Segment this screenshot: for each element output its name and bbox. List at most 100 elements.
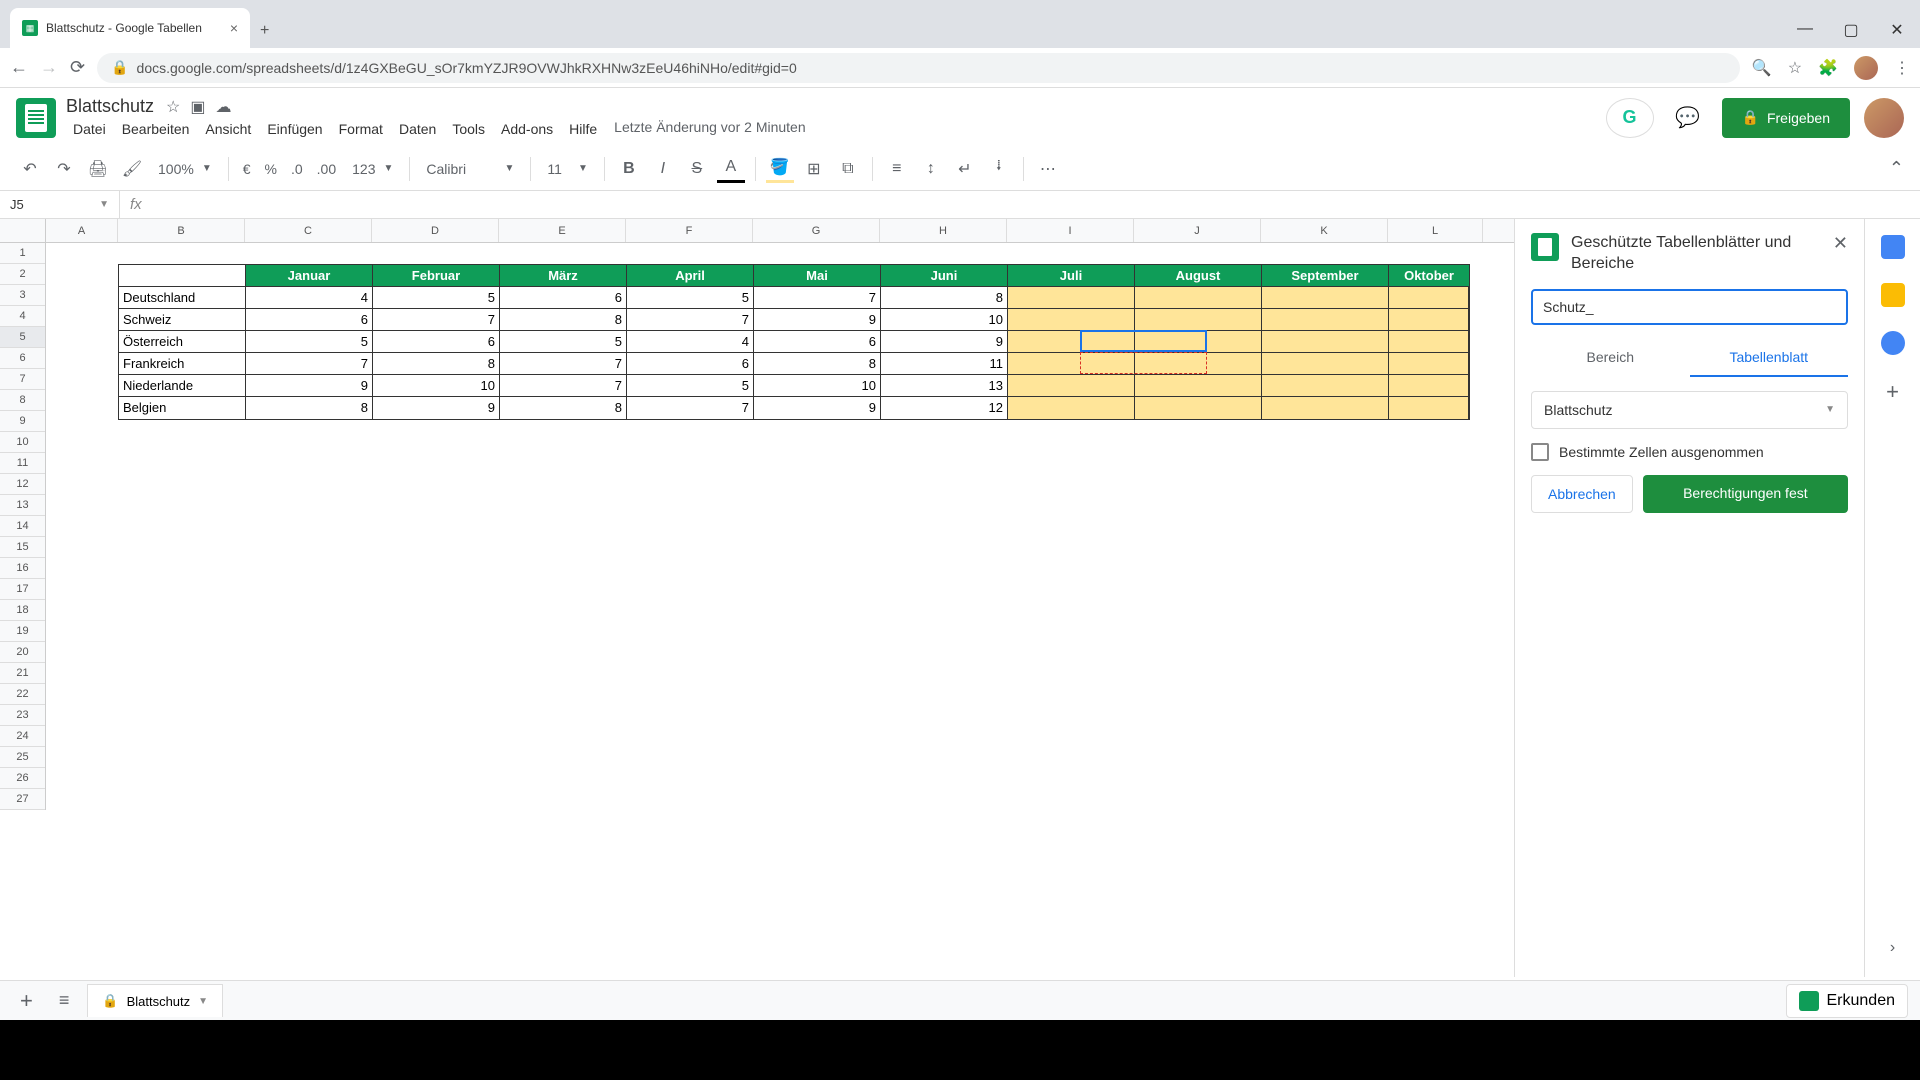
data-cell[interactable] xyxy=(1135,375,1262,397)
data-cell[interactable]: 8 xyxy=(881,287,1008,309)
month-header[interactable]: Mai xyxy=(754,265,881,287)
close-window-button[interactable]: ✕ xyxy=(1874,20,1920,40)
url-input[interactable]: 🔒 docs.google.com/spreadsheets/d/1z4GXBe… xyxy=(97,53,1740,83)
data-cell[interactable] xyxy=(1262,309,1389,331)
menu-tools[interactable]: Tools xyxy=(445,119,492,139)
data-cell[interactable] xyxy=(1389,353,1469,375)
maximize-button[interactable]: ▢ xyxy=(1828,20,1874,40)
country-label[interactable]: Niederlande xyxy=(119,375,246,397)
add-apps-icon[interactable]: + xyxy=(1881,379,1905,403)
col-header[interactable]: J xyxy=(1134,219,1261,242)
country-label[interactable]: Österreich xyxy=(119,331,246,353)
row-header[interactable]: 20 xyxy=(0,642,45,663)
account-avatar[interactable] xyxy=(1864,98,1904,138)
data-cell[interactable]: 9 xyxy=(881,331,1008,353)
month-header[interactable]: Juli xyxy=(1008,265,1135,287)
row-header[interactable]: 18 xyxy=(0,600,45,621)
data-cell[interactable]: 6 xyxy=(373,331,500,353)
month-header[interactable]: Juni xyxy=(881,265,1008,287)
keep-app-icon[interactable] xyxy=(1881,283,1905,307)
data-cell[interactable]: 8 xyxy=(754,353,881,375)
data-cell[interactable]: 7 xyxy=(246,353,373,375)
tab-bereich[interactable]: Bereich xyxy=(1531,339,1690,377)
month-header[interactable]: März xyxy=(500,265,627,287)
print-button[interactable]: 🖨 xyxy=(84,155,112,183)
tab-tabellenblatt[interactable]: Tabellenblatt xyxy=(1690,339,1849,377)
more-toolbar-button[interactable]: ⋯ xyxy=(1034,155,1062,183)
data-cell[interactable]: 8 xyxy=(500,397,627,419)
row-header[interactable]: 2 xyxy=(0,264,45,285)
data-cell[interactable]: 4 xyxy=(246,287,373,309)
data-cell[interactable]: 9 xyxy=(754,397,881,419)
country-label[interactable]: Frankreich xyxy=(119,353,246,375)
zoom-select[interactable]: 100%▼ xyxy=(152,161,218,177)
row-header[interactable]: 11 xyxy=(0,453,45,474)
month-header[interactable]: Oktober xyxy=(1389,265,1469,287)
set-permissions-button[interactable]: Berechtigungen fest xyxy=(1643,475,1848,513)
data-cell[interactable] xyxy=(1389,397,1469,419)
sheets-logo[interactable] xyxy=(16,98,56,138)
data-cell[interactable]: 7 xyxy=(500,375,627,397)
share-button[interactable]: 🔒 Freigeben xyxy=(1722,98,1850,138)
data-cell[interactable] xyxy=(1135,331,1262,353)
col-header[interactable]: I xyxy=(1007,219,1134,242)
data-cell[interactable] xyxy=(1008,353,1135,375)
format-number[interactable]: 123▼ xyxy=(346,161,399,177)
month-header[interactable]: Februar xyxy=(373,265,500,287)
row-header[interactable]: 14 xyxy=(0,516,45,537)
select-all-corner[interactable] xyxy=(0,219,46,242)
sheet-tab[interactable]: 🔒 Blattschutz ▼ xyxy=(87,984,223,1017)
data-cell[interactable] xyxy=(1135,353,1262,375)
data-cell[interactable] xyxy=(1135,397,1262,419)
new-tab-button[interactable]: + xyxy=(250,22,279,40)
paint-format-button[interactable]: 🖌 xyxy=(118,155,146,183)
data-cell[interactable]: 6 xyxy=(246,309,373,331)
data-cell[interactable] xyxy=(1389,287,1469,309)
row-header[interactable]: 4 xyxy=(0,306,45,327)
menu-ansicht[interactable]: Ansicht xyxy=(198,119,258,139)
exclude-checkbox-row[interactable]: Bestimmte Zellen ausgenommen xyxy=(1531,443,1848,461)
month-header[interactable]: April xyxy=(627,265,754,287)
data-cell[interactable]: 7 xyxy=(754,287,881,309)
wrap-button[interactable]: ↵ xyxy=(951,155,979,183)
row-header[interactable]: 27 xyxy=(0,789,45,810)
sheet-menu-icon[interactable]: ▼ xyxy=(198,996,208,1007)
menu-datei[interactable]: Datei xyxy=(66,119,113,139)
col-header[interactable]: B xyxy=(118,219,245,242)
row-header[interactable]: 16 xyxy=(0,558,45,579)
data-cell[interactable]: 5 xyxy=(627,287,754,309)
col-header[interactable]: K xyxy=(1261,219,1388,242)
menu-format[interactable]: Format xyxy=(332,119,390,139)
data-cell[interactable]: 5 xyxy=(627,375,754,397)
close-panel-icon[interactable]: ✕ xyxy=(1833,233,1848,254)
data-cell[interactable] xyxy=(1008,287,1135,309)
row-header[interactable]: 22 xyxy=(0,684,45,705)
spreadsheet-grid[interactable]: ABCDEFGHIJKL 123456789101112131415161718… xyxy=(0,219,1514,977)
document-title[interactable]: Blattschutz xyxy=(66,96,154,117)
row-header[interactable]: 19 xyxy=(0,621,45,642)
country-label[interactable]: Deutschland xyxy=(119,287,246,309)
percent-button[interactable]: % xyxy=(261,161,281,177)
col-header[interactable]: E xyxy=(499,219,626,242)
back-button[interactable]: ← xyxy=(10,57,28,78)
data-cell[interactable] xyxy=(1008,309,1135,331)
font-size-select[interactable]: 11▼ xyxy=(541,161,593,177)
row-header[interactable]: 6 xyxy=(0,348,45,369)
rotate-button[interactable]: ⭭ xyxy=(985,155,1013,183)
row-header[interactable]: 10 xyxy=(0,432,45,453)
row-header[interactable]: 26 xyxy=(0,768,45,789)
sheet-select[interactable]: Blattschutz ▼ xyxy=(1531,391,1848,429)
col-header[interactable]: C xyxy=(245,219,372,242)
data-cell[interactable] xyxy=(1389,309,1469,331)
star-icon[interactable]: ☆ xyxy=(166,97,180,117)
data-cell[interactable] xyxy=(1008,375,1135,397)
row-header[interactable]: 13 xyxy=(0,495,45,516)
dec-less-button[interactable]: .0 xyxy=(287,161,307,177)
close-tab-icon[interactable]: × xyxy=(230,20,238,36)
profile-avatar[interactable] xyxy=(1854,56,1878,80)
data-cell[interactable] xyxy=(1135,309,1262,331)
col-header[interactable]: H xyxy=(880,219,1007,242)
redo-button[interactable]: ↷ xyxy=(50,155,78,183)
row-header[interactable]: 21 xyxy=(0,663,45,684)
calendar-app-icon[interactable] xyxy=(1881,235,1905,259)
